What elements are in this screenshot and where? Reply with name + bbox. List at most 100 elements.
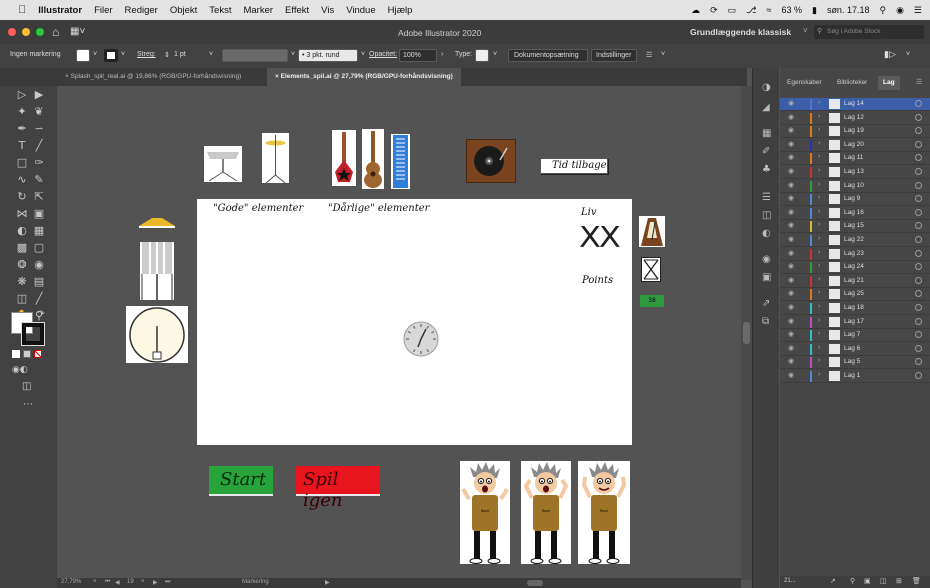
chevron-down-icon[interactable]: ˅ — [93, 51, 97, 58]
rocker-character-3[interactable]: Rock — [578, 461, 630, 564]
siri-icon[interactable]: ◉ — [896, 5, 904, 16]
status-chevron-right-icon[interactable]: ▶ — [325, 579, 330, 586]
swatch-grid-icon[interactable]: ▦ — [762, 128, 771, 139]
layer-row[interactable]: ◉ › Lag 21 — [780, 275, 930, 288]
chevron-right-icon[interactable]: › — [818, 289, 820, 296]
layer-name[interactable]: Lag 19 — [844, 127, 864, 134]
layer-name[interactable]: Lag 1 — [844, 372, 860, 379]
first-artboard-icon[interactable]: ⏮ — [105, 579, 110, 586]
layer-name[interactable]: Lag 6 — [844, 345, 860, 352]
layer-name[interactable]: Lag 22 — [844, 236, 864, 243]
cloud-icon[interactable]: ☁ — [691, 5, 700, 16]
display-icon[interactable]: ▭ — [728, 5, 737, 16]
target-icon[interactable] — [915, 372, 922, 379]
pen-tool-icon[interactable]: ✒ — [15, 122, 29, 136]
eye-icon[interactable]: ◉ — [788, 100, 795, 107]
layer-name[interactable]: Lag 16 — [844, 209, 864, 216]
layer-row[interactable]: ◉ › Lag 16 — [780, 207, 930, 220]
layer-row[interactable]: ◉ › Lag 12 — [780, 112, 930, 125]
layer-row[interactable]: ◉ › Lag 25 — [780, 288, 930, 302]
chevron-right-icon[interactable]: › — [441, 51, 443, 58]
close-window-button[interactable] — [8, 28, 16, 36]
scrollbar-thumb[interactable] — [743, 322, 750, 344]
graph-tool-icon[interactable]: ▤ — [32, 275, 46, 289]
hourglass-image[interactable] — [641, 257, 661, 282]
stroke-value[interactable]: 1 pt — [174, 51, 186, 58]
rocker-character-1[interactable]: Rock — [460, 461, 510, 564]
swap-colors-icon[interactable]: ↷ — [38, 309, 45, 318]
target-icon[interactable] — [915, 154, 922, 162]
swatches-panel-icon[interactable]: ◢ — [762, 102, 770, 113]
fill-swatch[interactable] — [76, 49, 90, 62]
layer-row[interactable]: ◉ › Lag 1 — [780, 370, 930, 383]
menu-objekt[interactable]: Objekt — [170, 5, 197, 16]
pathfinder-panel-icon[interactable]: ◐ — [762, 228, 771, 239]
blend-tool-icon[interactable]: ◉ — [32, 258, 46, 272]
color-mode-icon[interactable] — [12, 350, 20, 358]
layer-row[interactable]: ◉ › Lag 10 — [780, 180, 930, 193]
opacity-field[interactable]: 100% — [399, 49, 437, 62]
layer-name[interactable]: Lag 15 — [844, 222, 864, 229]
layer-name[interactable]: Lag 12 — [844, 114, 864, 121]
artboard-tool-icon[interactable]: ◫ — [15, 292, 29, 306]
spil-igen-button[interactable]: Spil igen — [296, 466, 380, 511]
stroke-stepper-icon[interactable]: ⇕ — [164, 51, 170, 59]
more-tools-icon[interactable]: ⋯ — [23, 399, 33, 410]
layer-name[interactable]: Lag 11 — [844, 154, 863, 161]
chevron-right-icon[interactable]: › — [818, 221, 820, 228]
minimize-window-button[interactable] — [22, 28, 30, 36]
layer-row[interactable]: ◉ › Lag 14 — [780, 98, 930, 111]
gradient-tool-icon[interactable]: ▢ — [32, 241, 46, 255]
artboard-number[interactable]: 19 — [127, 579, 134, 585]
sync-icon[interactable]: ⟳ — [710, 5, 718, 16]
next-artboard-icon[interactable]: ▶ — [153, 579, 158, 586]
clock-icon[interactable] — [403, 321, 439, 357]
last-artboard-icon[interactable]: ⏭ — [165, 579, 170, 586]
target-icon[interactable] — [915, 100, 922, 107]
chevron-right-icon[interactable]: › — [818, 344, 820, 351]
layer-name[interactable]: Lag 18 — [844, 304, 864, 311]
layer-name[interactable]: Lag 17 — [844, 318, 864, 325]
eye-icon[interactable]: ◉ — [788, 250, 795, 257]
status-mode[interactable]: Markering — [242, 579, 269, 585]
chevron-down-icon[interactable]: ˅ — [361, 51, 365, 58]
eye-icon[interactable]: ◉ — [788, 277, 795, 284]
target-icon[interactable] — [915, 222, 922, 230]
target-icon[interactable] — [915, 168, 922, 175]
document-setup-button[interactable]: Dokumentopsætning — [508, 49, 588, 62]
target-icon[interactable] — [915, 208, 922, 216]
trash-icon[interactable]: 🗑 — [912, 577, 921, 585]
eye-icon[interactable]: ◉ — [788, 154, 795, 161]
target-icon[interactable] — [915, 195, 922, 203]
mesh-tool-icon[interactable]: ▩ — [15, 241, 29, 255]
stock-search-field[interactable]: ⚲ Søg i Adobe Stock — [814, 25, 924, 39]
yellow-cymbal-image[interactable] — [137, 214, 177, 228]
menu-rediger[interactable]: Rediger — [125, 5, 158, 16]
close-icon[interactable]: × — [65, 73, 69, 80]
list-icon[interactable]: ☰ — [914, 5, 922, 16]
locate-object-icon[interactable]: ⚲ — [850, 577, 855, 585]
layer-row[interactable]: ◉ › Lag 18 — [780, 302, 930, 315]
layer-name[interactable]: Lag 5 — [844, 358, 860, 365]
symbols-panel-icon[interactable]: ♣ — [762, 164, 771, 175]
acoustic-guitar-image[interactable] — [362, 129, 384, 189]
menu-tekst[interactable]: Tekst — [209, 5, 231, 16]
eye-icon[interactable]: ◉ — [788, 372, 795, 379]
stroke-swatch[interactable] — [104, 49, 118, 62]
layer-row[interactable]: ◉ › Lag 19 — [780, 125, 930, 139]
new-layer-icon[interactable]: ⊞ — [896, 577, 902, 585]
start-button[interactable]: Start — [209, 466, 273, 496]
target-icon[interactable] — [915, 249, 922, 257]
chevron-right-icon[interactable]: › — [818, 249, 820, 256]
perspective-grid-tool-icon[interactable]: ▦ — [32, 224, 46, 238]
layer-name[interactable]: Lag 23 — [844, 250, 864, 257]
rectangle-tool-icon[interactable]: □ — [15, 156, 29, 170]
layer-row[interactable]: ◉ › Lag 24 — [780, 261, 930, 275]
chevron-down-icon[interactable]: ˅ — [209, 51, 213, 58]
eye-icon[interactable]: ◉ — [788, 222, 795, 229]
layer-row[interactable]: ◉ › Lag 9 — [780, 193, 930, 207]
layer-row[interactable]: ◉ › Lag 7 — [780, 329, 930, 343]
tab-biblioteker[interactable]: Biblioteker — [832, 76, 872, 90]
eye-icon[interactable]: ◉ — [788, 304, 795, 311]
layer-row[interactable]: ◉ › Lag 6 — [780, 343, 930, 356]
